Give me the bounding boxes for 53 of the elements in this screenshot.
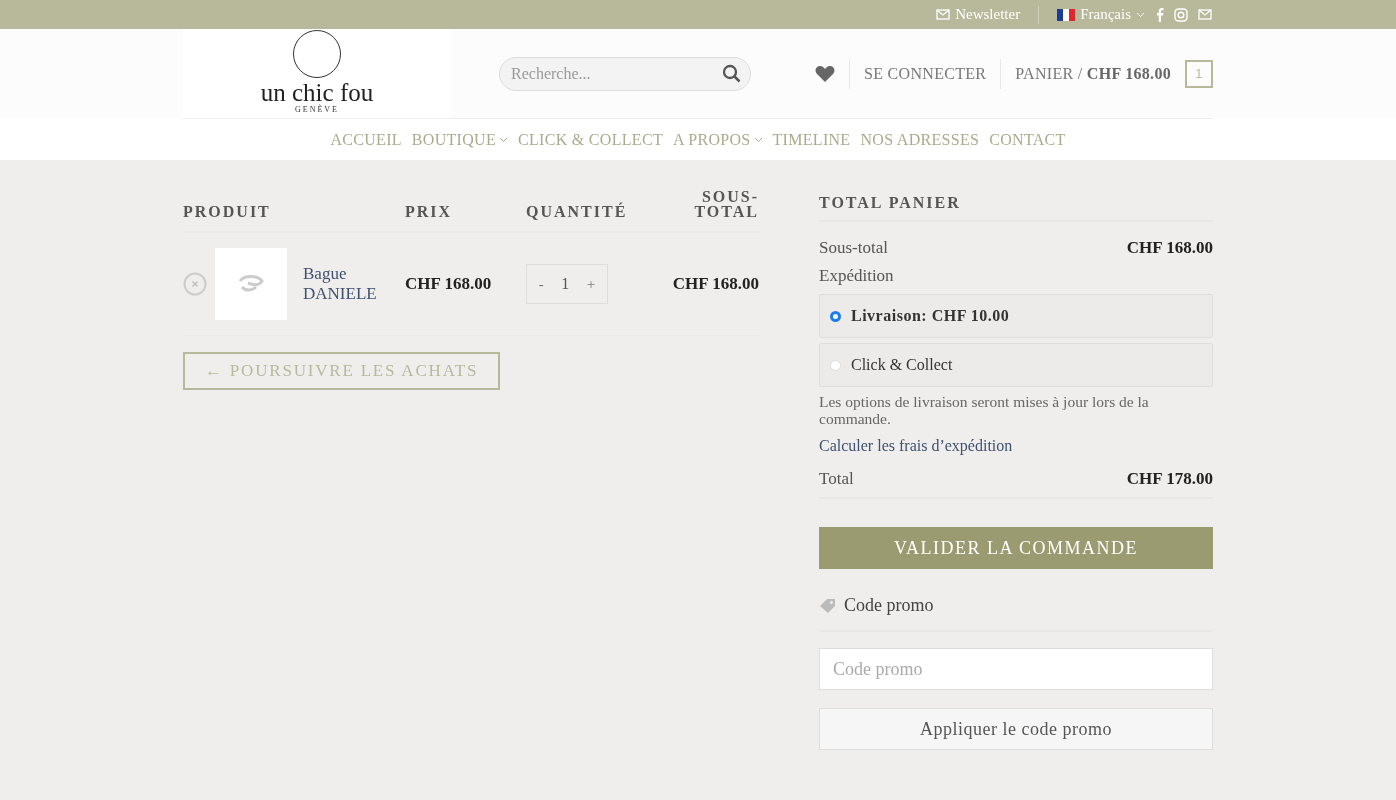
cart-totals-title: TOTAL PANIER	[819, 190, 1213, 222]
envelope-icon	[936, 9, 951, 20]
chevron-down-icon	[499, 136, 508, 143]
product-thumbnail[interactable]	[215, 248, 287, 320]
column-header: PRODUIT	[183, 204, 272, 219]
coupon-title: Code promo	[844, 595, 934, 617]
cart-link[interactable]: PANIER / CHF 168.00	[1015, 64, 1171, 83]
shipping-note: Les options de livraison seront mises à jour lors de la commande.	[819, 393, 1150, 428]
shipping-calculator-link[interactable]: Calculer les frais d’expédition	[819, 437, 1013, 456]
flag-icon	[1057, 8, 1076, 21]
subtotal-label: Sous-total	[819, 238, 888, 258]
checkout-button[interactable]: VALIDER LA COMMANDE	[819, 527, 1213, 570]
total-label: Total	[819, 469, 854, 490]
total-value: CHF 178.00	[1126, 469, 1213, 490]
nav-link[interactable]: ACCUEIL	[330, 130, 402, 149]
shipping-label: Expédition	[819, 266, 894, 286]
column-header: PRIX	[405, 204, 454, 219]
nav-link[interactable]: BOUTIQUE	[411, 130, 508, 149]
apply-coupon-button[interactable]: Appliquer le code promo	[819, 708, 1213, 751]
login-link[interactable]: SE CONNECTER	[864, 64, 987, 83]
shipping-option[interactable]: Livraison: CHF 10.00	[819, 294, 1213, 338]
nav-link[interactable]: A PROPOS	[672, 130, 763, 149]
column-header: QUANTITÉ	[526, 204, 629, 219]
quantity-stepper[interactable]: - 1 +	[526, 264, 608, 304]
nav-link[interactable]: NOS ADRESSES	[860, 130, 980, 149]
envelope-icon	[1198, 9, 1212, 20]
heart-icon[interactable]	[815, 64, 836, 83]
product-subtotal: CHF 168.00	[671, 274, 759, 294]
search-icon	[722, 63, 741, 83]
shipping-option[interactable]: Click & Collect	[819, 343, 1213, 387]
email-link[interactable]	[1198, 9, 1212, 20]
chevron-down-icon	[1136, 11, 1145, 18]
language-switcher[interactable]: Français	[1057, 6, 1145, 23]
tag-icon	[819, 598, 836, 614]
cart-count-badge[interactable]: 1	[1185, 59, 1213, 88]
quantity-value: 1	[561, 275, 570, 293]
instagram-icon[interactable]	[1174, 7, 1188, 22]
coupon-input[interactable]: Code promo	[819, 648, 1213, 691]
continue-shopping-button[interactable]: ← POURSUIVRE LES ACHATS	[183, 352, 501, 390]
decrement-button[interactable]: -	[532, 274, 550, 294]
facebook-icon[interactable]	[1155, 7, 1164, 22]
nav-link[interactable]: CONTACT	[989, 130, 1066, 149]
subtotal-value: CHF 168.00	[1126, 238, 1213, 258]
product-price: CHF 168.00	[405, 274, 493, 294]
search-field[interactable]: Recherche...	[499, 56, 751, 91]
newsletter-link[interactable]: Newsletter	[936, 6, 1021, 23]
column-header: SOUS-TOTAL	[693, 190, 759, 219]
increment-button[interactable]: +	[580, 274, 602, 294]
chevron-down-icon	[753, 136, 763, 143]
product-name-link[interactable]: Bague DANIELE	[303, 264, 393, 304]
nav-link[interactable]: TIMELINE	[772, 130, 851, 149]
remove-button[interactable]	[183, 272, 207, 296]
nav-link[interactable]: CLICK & COLLECT	[518, 130, 663, 149]
